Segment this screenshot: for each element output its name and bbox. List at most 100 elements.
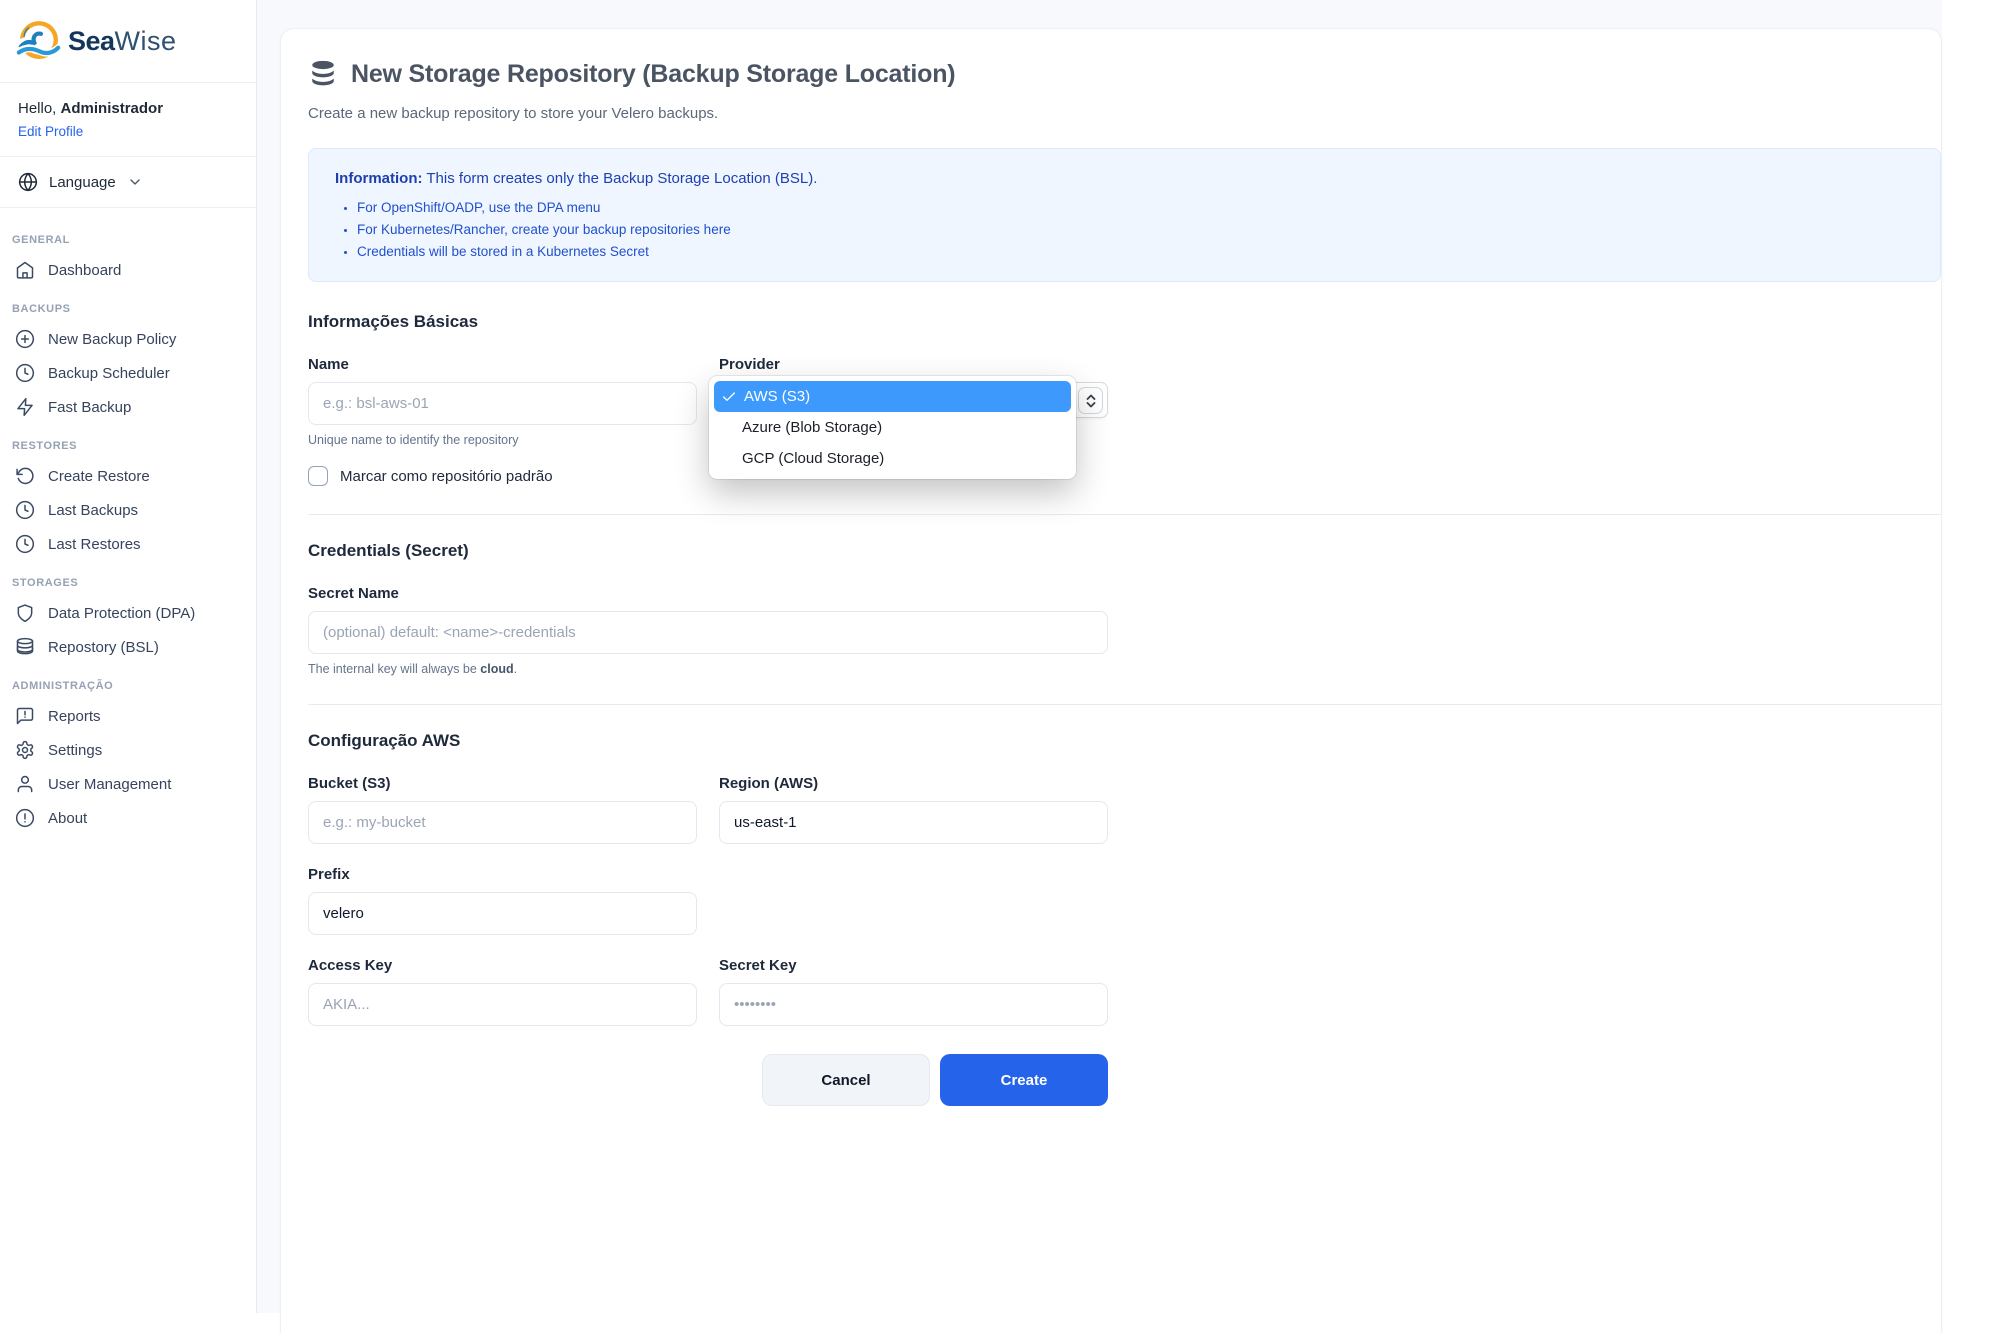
bucket-field-group: Bucket (S3)	[308, 775, 697, 844]
provider-option-aws[interactable]: AWS (S3)	[714, 381, 1071, 412]
language-selector[interactable]: Language	[0, 157, 256, 208]
default-repo-checkbox[interactable]	[308, 466, 328, 486]
form-actions: Cancel Create	[308, 1054, 1108, 1106]
gear-icon	[15, 740, 35, 760]
sidebar-nav: GENERAL Dashboard BACKUPS New Backup Pol…	[0, 208, 256, 835]
sidebar-item-label: Fast Backup	[48, 399, 131, 416]
sidebar-item-label: Create Restore	[48, 468, 150, 485]
info-box: Information: This form creates only the …	[308, 148, 1941, 282]
info-title-rest: This form creates only the Backup Storag…	[423, 170, 818, 187]
sidebar-item-repository-bsl[interactable]: Repostory (BSL)	[0, 630, 256, 664]
provider-label: Provider	[719, 356, 1108, 373]
secret-key-label: Secret Key	[719, 957, 1108, 974]
provider-field-group: Provider	[719, 356, 1108, 486]
region-field-group: Region (AWS)	[719, 775, 1108, 844]
sidebar-item-user-management[interactable]: User Management	[0, 767, 256, 801]
select-stepper	[1078, 387, 1103, 414]
sidebar-item-label: Repostory (BSL)	[48, 639, 159, 656]
lightning-icon	[15, 397, 35, 417]
section-title-aws-config: Configuração AWS	[308, 731, 1941, 751]
home-icon	[15, 260, 35, 280]
default-repo-checkbox-row[interactable]: Marcar como repositório padrão	[308, 466, 697, 486]
clock-icon	[15, 500, 35, 520]
sidebar-item-fast-backup[interactable]: Fast Backup	[0, 390, 256, 424]
rotate-ccw-icon	[15, 466, 35, 486]
name-label: Name	[308, 356, 697, 373]
nav-header-backups: BACKUPS	[0, 287, 256, 322]
access-key-input[interactable]	[308, 983, 697, 1026]
sidebar-item-label: Dashboard	[48, 262, 121, 279]
greeting-name: Administrador	[61, 100, 164, 117]
provider-option-azure[interactable]: Azure (Blob Storage)	[714, 412, 1071, 443]
access-key-field-group: Access Key	[308, 957, 697, 1026]
sidebar-item-data-protection[interactable]: Data Protection (DPA)	[0, 596, 256, 630]
sidebar-item-last-restores[interactable]: Last Restores	[0, 527, 256, 561]
sidebar-item-backup-scheduler[interactable]: Backup Scheduler	[0, 356, 256, 390]
message-alert-icon	[15, 706, 35, 726]
default-repo-checkbox-label: Marcar como repositório padrão	[340, 468, 553, 485]
name-input[interactable]	[308, 382, 697, 425]
region-input[interactable]	[719, 801, 1108, 844]
provider-option-label: Azure (Blob Storage)	[742, 419, 882, 436]
info-bullet: For OpenShift/OADP, use the DPA menu	[357, 200, 1914, 215]
sidebar-item-settings[interactable]: Settings	[0, 733, 256, 767]
language-label: Language	[49, 174, 116, 191]
secret-help-suffix: .	[514, 662, 517, 676]
plus-circle-icon	[15, 329, 35, 349]
globe-icon	[18, 172, 38, 192]
chevron-down-icon	[127, 174, 143, 190]
create-button[interactable]: Create	[940, 1054, 1108, 1106]
chevrons-up-down-icon	[1084, 393, 1098, 409]
sidebar: SeaWise Hello, Administrador Edit Profil…	[0, 0, 257, 1313]
bucket-input[interactable]	[308, 801, 697, 844]
aws-config-grid: Bucket (S3) Region (AWS) Prefix Access K…	[308, 775, 1108, 1106]
secret-name-help-text: The internal key will always be cloud.	[308, 662, 1108, 676]
info-bullet: For Kubernetes/Rancher, create your back…	[357, 222, 1914, 237]
provider-option-gcp[interactable]: GCP (Cloud Storage)	[714, 443, 1071, 474]
provider-option-label: AWS (S3)	[744, 388, 810, 405]
prefix-label: Prefix	[308, 866, 697, 883]
sidebar-item-label: New Backup Policy	[48, 331, 176, 348]
user-icon	[15, 774, 35, 794]
sidebar-item-new-backup-policy[interactable]: New Backup Policy	[0, 322, 256, 356]
secret-name-input[interactable]	[308, 611, 1108, 654]
sidebar-item-label: Reports	[48, 708, 101, 725]
basic-info-grid: Name Unique name to identify the reposit…	[308, 356, 1108, 486]
name-field-group: Name Unique name to identify the reposit…	[308, 356, 697, 486]
sidebar-item-label: About	[48, 810, 87, 827]
sidebar-item-about[interactable]: About	[0, 801, 256, 835]
prefix-input[interactable]	[308, 892, 697, 935]
sidebar-item-label: Last Restores	[48, 536, 141, 553]
section-divider	[308, 514, 1941, 515]
shield-icon	[15, 603, 35, 623]
bucket-label: Bucket (S3)	[308, 775, 697, 792]
sidebar-item-dashboard[interactable]: Dashboard	[0, 253, 256, 287]
sidebar-item-label: Data Protection (DPA)	[48, 605, 195, 622]
prefix-field-group: Prefix	[308, 866, 697, 935]
secret-key-input[interactable]	[719, 983, 1108, 1026]
logo: SeaWise	[0, 0, 256, 83]
greeting: Hello, Administrador	[18, 100, 238, 117]
sidebar-item-reports[interactable]: Reports	[0, 699, 256, 733]
info-box-title: Information: This form creates only the …	[335, 170, 1914, 187]
sidebar-item-label: Last Backups	[48, 502, 138, 519]
sidebar-item-create-restore[interactable]: Create Restore	[0, 459, 256, 493]
info-title-bold: Information:	[335, 170, 423, 187]
edit-profile-link[interactable]: Edit Profile	[18, 124, 83, 139]
page-subtitle: Create a new backup repository to store …	[308, 105, 1941, 122]
nav-header-restores: RESTORES	[0, 424, 256, 459]
clock-icon	[15, 363, 35, 383]
database-icon	[308, 59, 338, 89]
page-title: New Storage Repository (Backup Storage L…	[351, 60, 955, 89]
main-area: New Storage Repository (Backup Storage L…	[257, 0, 2000, 1313]
brand-sea: Sea	[68, 26, 115, 56]
provider-dropdown-menu: AWS (S3) Azure (Blob Storage) GCP (Cloud…	[709, 376, 1076, 479]
info-bullet: Credentials will be stored in a Kubernet…	[357, 244, 1914, 259]
sidebar-item-label: Settings	[48, 742, 102, 759]
region-label: Region (AWS)	[719, 775, 1108, 792]
seawise-logo-icon	[16, 18, 62, 64]
alert-circle-icon	[15, 808, 35, 828]
cancel-button[interactable]: Cancel	[762, 1054, 930, 1106]
sidebar-item-last-backups[interactable]: Last Backups	[0, 493, 256, 527]
secret-help-prefix: The internal key will always be	[308, 662, 480, 676]
